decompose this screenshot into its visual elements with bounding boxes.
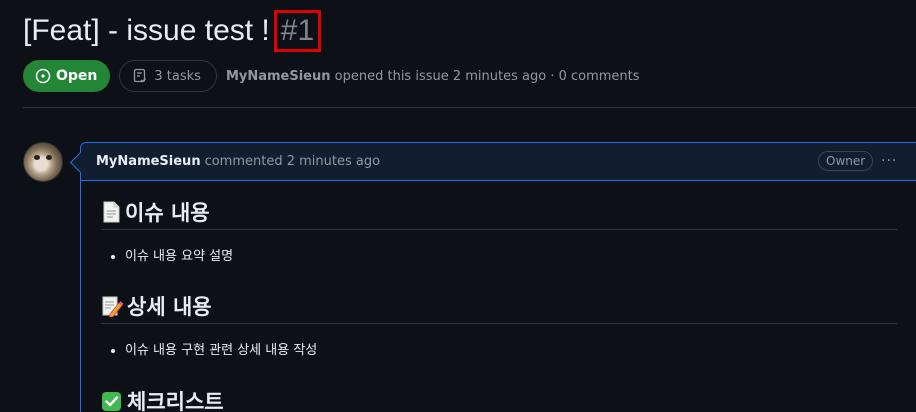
checklist-icon [134, 68, 147, 83]
section-heading-issue-content: 이슈 내용 [101, 195, 897, 230]
tasks-pill[interactable]: 3 tasks [119, 60, 217, 92]
issue-page: [Feat] - issue test ! #1 Open 3 tasks My… [0, 0, 916, 412]
section-heading-details: 상세 내용 [101, 289, 897, 324]
comment-author-link[interactable]: MyNameSieun [96, 154, 201, 169]
issue-opened-icon [35, 68, 51, 84]
kebab-menu-icon[interactable]: ··· [881, 153, 897, 169]
section-heading-checklist: 체크리스트 [101, 383, 897, 412]
comment-box: MyNameSieun commented 2 minutes ago Owne… [80, 142, 916, 412]
section-heading-text: 이슈 내용 [125, 201, 210, 225]
list-item: 이슈 내용 구현 관련 상세 내용 작성 [125, 341, 317, 361]
issue-title-row: [Feat] - issue test ! #1 [23, 10, 322, 52]
issue-title: [Feat] - issue test ! [23, 14, 270, 47]
issue-author-link[interactable]: MyNameSieun [226, 69, 331, 84]
issue-meta-text: MyNameSieun opened this issue 2 minutes … [226, 69, 640, 84]
memo-pencil-icon [101, 295, 123, 317]
page-facing-up-icon [101, 201, 121, 223]
issue-state-badge: Open [23, 60, 111, 92]
issue-meta-row: Open 3 tasks MyNameSieun opened this iss… [23, 60, 640, 92]
avatar[interactable] [23, 142, 63, 182]
section-list-details: 이슈 내용 구현 관련 상세 내용 작성 [101, 341, 317, 361]
issue-meta-detail: opened this issue 2 minutes ago · 0 comm… [334, 68, 640, 84]
section-heading-text: 상세 내용 [127, 295, 212, 319]
header-divider [23, 107, 916, 108]
tasks-count: 3 tasks [154, 68, 201, 84]
owner-badge: Owner [818, 151, 874, 171]
check-mark-button-icon [101, 390, 123, 412]
list-item: 이슈 내용 요약 설명 [125, 247, 233, 267]
comment-timestamp[interactable]: commented 2 minutes ago [205, 154, 380, 169]
section-list-issue-content: 이슈 내용 요약 설명 [101, 247, 233, 267]
comment-header: MyNameSieun commented 2 minutes ago Owne… [81, 143, 916, 181]
section-heading-text: 체크리스트 [127, 389, 224, 412]
issue-state-label: Open [56, 68, 98, 84]
issue-number: #1 [273, 10, 322, 52]
